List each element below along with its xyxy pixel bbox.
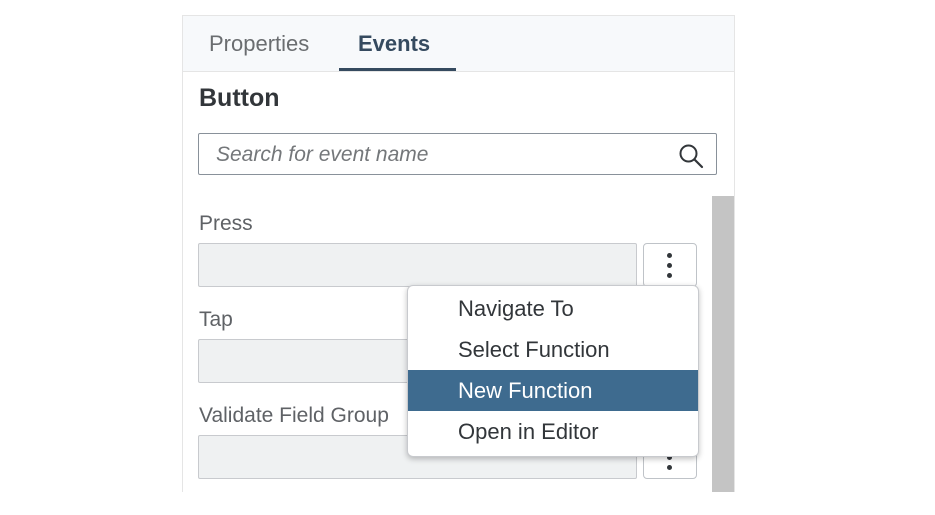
tab-bar: Properties Events (183, 16, 734, 72)
tab-events[interactable]: Events (358, 16, 430, 71)
press-more-button[interactable] (643, 243, 697, 287)
event-label-press: Press (199, 212, 253, 235)
menu-item-select-function[interactable]: Select Function (408, 329, 698, 370)
scrollbar[interactable] (712, 196, 734, 492)
search-icon[interactable] (678, 143, 704, 169)
event-search (198, 133, 717, 176)
tab-properties[interactable]: Properties (209, 16, 309, 71)
menu-item-open-in-editor[interactable]: Open in Editor (408, 411, 698, 452)
active-tab-indicator (339, 68, 456, 71)
more-vertical-icon (667, 253, 673, 279)
section-title: Button (199, 84, 280, 112)
event-label-tap: Tap (199, 308, 233, 331)
menu-item-navigate-to[interactable]: Navigate To (408, 288, 698, 329)
event-label-validate-field-group: Validate Field Group (199, 404, 389, 427)
menu-item-new-function[interactable]: New Function (408, 370, 698, 411)
search-input[interactable] (199, 134, 678, 176)
event-context-menu: Navigate To Select Function New Function… (407, 285, 699, 457)
event-input-press[interactable] (198, 243, 637, 287)
